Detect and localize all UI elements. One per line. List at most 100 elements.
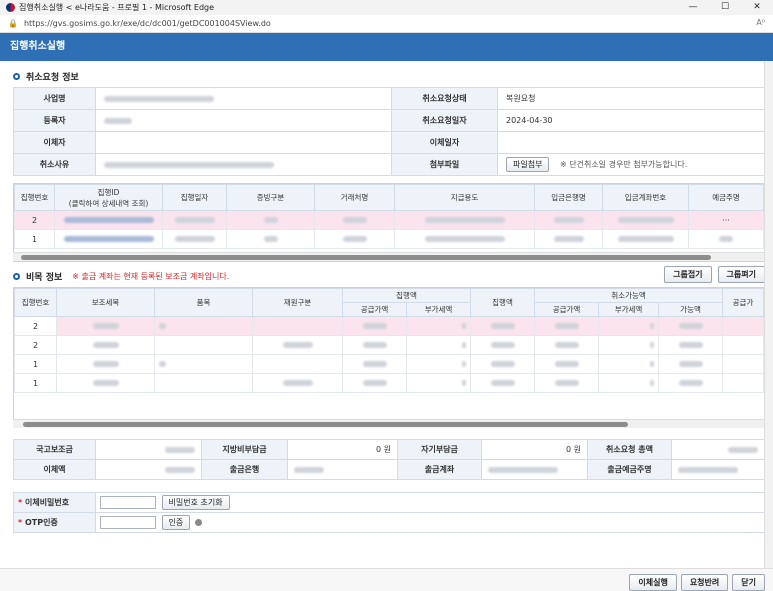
col-header: 집행액 (470, 288, 536, 317)
otp-input[interactable] (100, 516, 156, 529)
window-title: 집행취소실행 < e나라도움 - 프로필 1 - Microsoft Edge (19, 3, 215, 12)
expand-all-button[interactable]: 그룹펴기 (717, 266, 765, 283)
table-row[interactable]: 2 (14, 335, 764, 355)
local-share-label: 지방비부담금 (201, 439, 288, 460)
subject (154, 354, 253, 374)
transfer-password-label-text: 이체비밀번호 (24, 498, 70, 507)
total-value (671, 439, 765, 460)
exec-date (162, 229, 227, 249)
amount (598, 335, 660, 355)
amount (342, 316, 407, 336)
otp-cell: 인증 (95, 512, 765, 533)
budget-item (56, 373, 155, 393)
group-toolbar: 그룹접기 그룹펴기 (664, 266, 765, 283)
collapse-all-button[interactable]: 그룹접기 (664, 266, 712, 283)
withdraw-holder-value (671, 459, 765, 480)
execution-grid: 집행번호 집행ID (클릭하여 상세내역 조회) 집행일자 증빙구분 거래처명 … (13, 183, 765, 262)
self-share-value: 0 원 (481, 439, 588, 460)
table-row[interactable]: 1 (14, 354, 764, 374)
transfer-password-input[interactable] (100, 496, 156, 509)
page-scrollbar[interactable] (764, 61, 773, 568)
col-header: 집행일자 (162, 184, 227, 211)
transfer-date-value (497, 131, 765, 154)
amount (534, 373, 600, 393)
source (252, 354, 343, 374)
url-text[interactable]: https://gvs.gosims.go.kr/exe/dc/dc001/ge… (24, 19, 271, 28)
otp-label: * OTP인증 (13, 512, 96, 533)
status-value: 복원요청 (497, 87, 765, 110)
attach-file-button[interactable]: 파일첨부 (506, 157, 550, 172)
registrant-value (95, 109, 392, 132)
bank-name (534, 210, 603, 230)
amount (598, 373, 660, 393)
reader-mode-icon[interactable]: A⁰ (756, 18, 765, 27)
table-row[interactable]: 1 (14, 229, 764, 249)
self-share-label: 자기부담금 (397, 439, 482, 460)
col-header: 보조세목 (56, 288, 155, 317)
otp-verify-button[interactable]: 인증 (161, 515, 191, 530)
otp-label-text: OTP인증 (24, 518, 58, 527)
execution-grid-scrollbar[interactable] (13, 252, 765, 261)
amount (470, 335, 536, 355)
subject (154, 373, 253, 393)
table-row[interactable]: 2 ··· (14, 210, 764, 230)
col-header: 입금계좌번호 (602, 184, 689, 211)
scroll-thumb[interactable] (23, 422, 628, 427)
exec-id-link[interactable] (54, 210, 163, 230)
amount (342, 335, 407, 355)
section-bullet-icon (13, 273, 20, 280)
budget-grid-scrollbar[interactable] (13, 419, 765, 428)
reason-label: 취소사유 (13, 153, 96, 176)
col-header: 집행번호 (14, 184, 55, 211)
reject-request-button[interactable]: 요청반려 (680, 574, 729, 591)
transfer-amount-value (95, 459, 202, 480)
table-row[interactable]: 1 (14, 373, 764, 393)
source (252, 373, 343, 393)
transfer-date-label: 이체일자 (391, 131, 498, 154)
exec-id-link[interactable] (54, 229, 163, 249)
amount (470, 316, 536, 336)
col-header: 입금은행명 (534, 184, 603, 211)
maximize-button[interactable]: ☐ (709, 0, 741, 15)
amount (722, 373, 764, 393)
subject (154, 316, 253, 336)
amount (342, 373, 407, 393)
col-header: 공급가액 (342, 302, 407, 317)
amount (598, 354, 660, 374)
bank-name (534, 229, 603, 249)
reset-password-button[interactable]: 비밀번호 초기화 (161, 495, 230, 510)
budget-item (56, 335, 155, 355)
minimize-button[interactable]: — (677, 0, 709, 15)
budget-table: 집행번호 보조세목 품목 재원구분 집행액 집행액 취소가능액 공급가 공급가액… (14, 288, 764, 393)
national-subsidy-value (95, 439, 202, 460)
execute-transfer-button[interactable]: 이체실행 (629, 574, 677, 591)
col-header: 집행번호 (14, 288, 57, 317)
exec-no: 1 (14, 373, 57, 393)
withdraw-account-value (481, 459, 588, 480)
exec-date (162, 210, 227, 230)
col-header: 예금주명 (688, 184, 764, 211)
close-window-button[interactable]: ✕ (741, 0, 773, 15)
footer-bar: 이체실행 요청반려 닫기 (0, 568, 773, 591)
transfer-amount-label: 이체액 (13, 459, 96, 480)
amount (405, 335, 472, 355)
window-titlebar: 집행취소실행 < e나라도움 - 프로필 1 - Microsoft Edge … (0, 0, 773, 15)
withdraw-bank-label: 출금은행 (201, 459, 288, 480)
project-label: 사업명 (13, 87, 96, 110)
payment-purpose (394, 210, 535, 230)
source (252, 335, 343, 355)
withdraw-holder-label: 출금예금주명 (587, 459, 672, 480)
amount (534, 335, 600, 355)
amount (470, 354, 536, 374)
reason-value (95, 153, 392, 176)
attachment-cell: 파일첨부 ※ 단건취소일 경우만 첨부가능합니다. (497, 153, 765, 176)
request-date-value: 2024-04-30 (497, 109, 765, 132)
amount (598, 316, 660, 336)
table-row[interactable]: 2 (14, 316, 764, 336)
scroll-thumb[interactable] (21, 255, 711, 260)
address-bar[interactable]: 🔒 https://gvs.gosims.go.kr/exe/dc/dc001/… (0, 15, 773, 33)
lock-icon: 🔒 (8, 19, 18, 28)
close-button[interactable]: 닫기 (732, 574, 765, 591)
col-header: 취소가능액 (534, 288, 724, 303)
local-share-value: 0 원 (287, 439, 398, 460)
